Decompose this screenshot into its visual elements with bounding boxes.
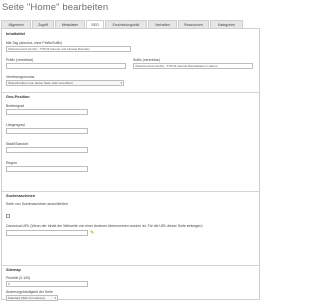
chevron-down-icon: ▾ — [120, 81, 122, 85]
latitude-input[interactable] — [6, 109, 88, 115]
tab-erscheinungsbild[interactable]: Erscheinungsbild — [105, 20, 147, 28]
tab-zugriff[interactable]: Zugriff — [32, 20, 54, 28]
tab-verhalten[interactable]: Verhalten — [148, 20, 177, 28]
longitude-input[interactable] — [6, 128, 88, 134]
link-wizard-icon[interactable]: ✎ — [90, 230, 94, 236]
change-frequency-value: Standard (Wert Konstanten) — [8, 296, 46, 300]
canonical-url-input[interactable] — [6, 230, 88, 236]
section-heading-sitemap: Sitemap — [6, 268, 21, 272]
inheritance-mode-select[interactable]: Überschreiben (von dieser Seite nicht ve… — [6, 80, 124, 86]
tab-metadaten[interactable]: Metadaten — [55, 20, 85, 28]
exclude-search-label: Seite von Suchmaschinen ausschließen — [6, 202, 69, 206]
inheritance-mode-value: Überschreiben (von dieser Seite nicht ve… — [8, 81, 73, 85]
page-title: Seite "Home" bearbeiten — [2, 2, 109, 13]
change-frequency-select[interactable]: Standard (Wert Konstanten) ▾ — [6, 295, 58, 301]
region-input[interactable] — [6, 166, 88, 172]
tab-kategorien[interactable]: Kategorien — [210, 20, 243, 28]
region-label: Region — [6, 161, 18, 165]
tab-allgemein[interactable]: Allgemein — [1, 20, 31, 28]
section-heading-geo: Geo-Position — [6, 95, 30, 99]
divider — [2, 92, 259, 93]
city-label: Stadt/Standort — [6, 142, 29, 146]
section-heading-inhaltstitel: Inhaltstitel — [6, 32, 25, 36]
seo-panel: Inhaltstitel title-Tag (absolut, ohne Pr… — [1, 28, 260, 301]
prefix-input[interactable] — [6, 63, 126, 69]
section-heading-search: Suchmaschinen — [6, 194, 36, 198]
priority-input[interactable]: 0 — [6, 281, 88, 287]
title-tag-label: title-Tag (absolut, ohne Präfix/Suffix) — [6, 41, 63, 45]
priority-label: Priorität (0-100) — [6, 276, 31, 280]
change-frequency-label: Änderungshäufigkeit der Seite — [6, 290, 53, 294]
tab-ressourcen[interactable]: Ressourcen — [178, 20, 209, 28]
divider — [2, 265, 259, 266]
city-input[interactable] — [6, 147, 88, 153]
suffix-input[interactable]: VisionConnect GmbH - TYPO3 Internet Dien… — [133, 63, 253, 69]
title-tag-input[interactable]: VisionConnect GmbH - TYPO3 Internet und … — [6, 46, 131, 52]
prefix-label: Präfix (vererbbar) — [6, 58, 34, 62]
chevron-down-icon: ▾ — [54, 296, 56, 300]
latitude-label: Breitengrad — [6, 104, 25, 108]
longitude-label: Längengrad — [6, 123, 25, 127]
exclude-search-checkbox[interactable] — [6, 214, 10, 218]
divider — [2, 191, 259, 192]
suffix-label: Suffix (vererbbar) — [133, 58, 160, 62]
canonical-url-label: Canonical URL (Wenn der Inhalt der Webse… — [6, 224, 203, 228]
inheritance-mode-label: Vererbungsmodus — [6, 75, 35, 79]
